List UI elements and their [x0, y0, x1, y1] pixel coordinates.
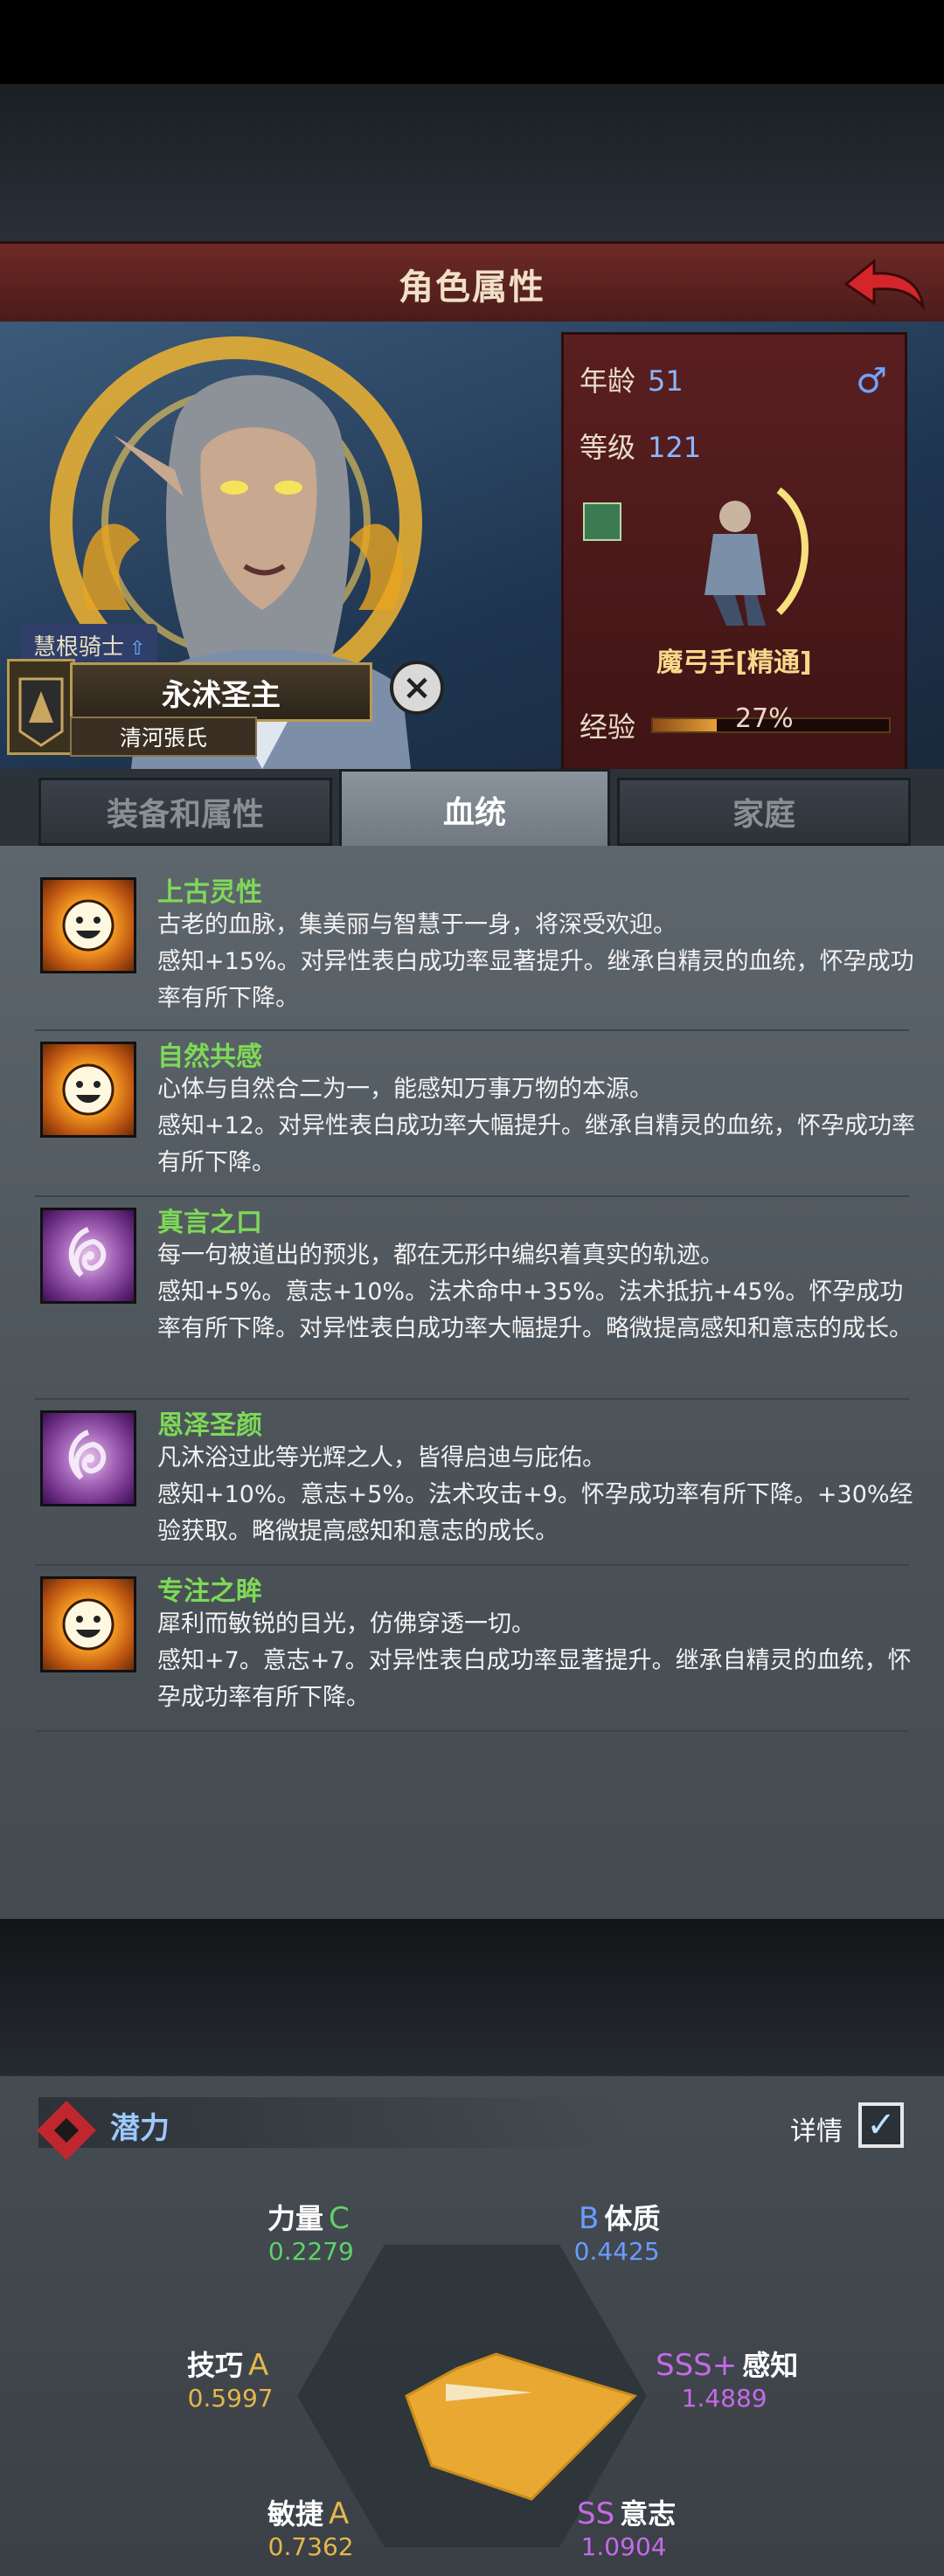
- character-name: 永沭圣主: [70, 662, 372, 722]
- trait-name: 恩泽圣颜: [157, 1410, 262, 1441]
- age-value: 51: [648, 364, 684, 398]
- male-gender-icon: ♂: [856, 361, 887, 401]
- sun-face-icon: [40, 1042, 136, 1138]
- trait-description: 古老的血脉，集美丽与智慧于一身，将深受欢迎。感知+15%。对异性表白成功率显著提…: [157, 907, 927, 1017]
- attr-value: 0.2279: [267, 2237, 354, 2266]
- exp-percent: 27%: [735, 703, 794, 734]
- detail-label: 详情: [790, 2116, 843, 2147]
- sun-face-icon: [40, 877, 136, 973]
- class-name: 魔弓手[精通]: [656, 647, 812, 678]
- attr-name: 敏捷: [267, 2497, 324, 2531]
- attr-skill: 技巧 A 0.5997: [187, 2344, 274, 2413]
- attr-grade: C: [329, 2201, 350, 2236]
- close-icon[interactable]: ×: [390, 661, 444, 715]
- attr-value: 1.4889: [681, 2384, 767, 2413]
- trait-description: 每一句被道出的预兆，都在无形中编织着真实的轨迹。感知+5%。意志+10%。法术命…: [157, 1237, 927, 1347]
- tab-equipment[interactable]: 装备和属性: [38, 778, 332, 846]
- age-row: 年龄 51: [580, 359, 684, 399]
- spacer-band: [0, 1919, 944, 2076]
- divider: [35, 1398, 909, 1400]
- attr-value: 0.5997: [187, 2384, 274, 2413]
- level-label: 等级: [580, 431, 636, 464]
- attr-name: 感知: [742, 2349, 799, 2382]
- detail-checkbox[interactable]: ✓: [858, 2102, 904, 2148]
- class-weapon-icon[interactable]: [583, 502, 621, 541]
- divider: [35, 1730, 909, 1732]
- divider: [35, 1564, 909, 1566]
- attr-grade: SS: [577, 2496, 615, 2531]
- trait-name: 专注之眸: [157, 1576, 262, 1607]
- family-emblem-icon: [7, 659, 75, 755]
- attr-grade: A: [248, 2348, 269, 2383]
- trait-description: 凡沐浴过此等光辉之人，皆得启迪与庇佑。感知+10%。意志+5%。法术攻击+9。怀…: [157, 1440, 927, 1550]
- rank-title: 慧根骑士: [33, 634, 125, 661]
- attr-agility: 敏捷 A 0.7362: [267, 2492, 354, 2561]
- exp-label: 经验: [580, 710, 636, 744]
- level-value: 121: [648, 431, 702, 464]
- attr-name: 技巧: [187, 2349, 244, 2382]
- attr-value: 1.0904: [580, 2532, 667, 2561]
- attr-value: 0.7362: [267, 2532, 354, 2561]
- top-spacer: [0, 84, 944, 241]
- trait-name: 真言之口: [157, 1208, 262, 1238]
- attr-grade: A: [329, 2496, 350, 2531]
- trait-effect: 感知+15%。对异性表白成功率显著提升。继承自精灵的血统，怀孕成功率有所下降。: [157, 948, 914, 1012]
- trait-desc: 犀利而敏锐的目光，仿佛穿透一切。: [157, 1610, 535, 1638]
- level-row: 等级 121: [580, 426, 701, 466]
- divider: [35, 1029, 909, 1031]
- tab-bar: 装备和属性 血统 家庭: [0, 769, 944, 851]
- clan-name: 清河張氏: [70, 717, 257, 757]
- spiral-eye-icon: [40, 1208, 136, 1304]
- trait-name: 上古灵性: [157, 877, 262, 908]
- trait-desc: 每一句被道出的预兆，都在无形中编织着真实的轨迹。: [157, 1242, 724, 1269]
- status-bar: [0, 0, 944, 84]
- trait-description: 犀利而敏锐的目光，仿佛穿透一切。感知+7。意志+7。对异性表白成功率显著提升。继…: [157, 1606, 927, 1716]
- trait-desc: 心体与自然合二为一，能感知万事万物的本源。: [157, 1076, 653, 1103]
- attr-grade: SSS+: [656, 2348, 738, 2383]
- page-title: 角色属性: [399, 267, 545, 308]
- attr-grade: B: [579, 2201, 600, 2236]
- attr-name: 体质: [604, 2202, 661, 2235]
- divider: [35, 1195, 909, 1197]
- tab-family[interactable]: 家庭: [617, 778, 911, 846]
- age-label: 年龄: [580, 364, 636, 398]
- stat-card: 年龄 51 ♂ 等级 121 魔弓手[精通] 经验 27%: [561, 332, 907, 769]
- sun-face-icon: [40, 1576, 136, 1672]
- potential-title: 潜力: [110, 2111, 170, 2146]
- potential-panel: 潜力 详情 ✓ 力量 C 0.2279 B 体质 0.4425 SSS+ 感知 1.4…: [0, 2076, 944, 2576]
- attr-will: SS 意志 1.0904: [572, 2492, 676, 2561]
- trait-effect: 感知+5%。意志+10%。法术命中+35%。法术抵抗+45%。怀孕成功率有所下降…: [157, 1278, 913, 1342]
- attr-perception: SSS+ 感知 1.4889: [650, 2344, 798, 2413]
- attr-strength: 力量 C 0.2279: [267, 2197, 355, 2266]
- exp-fill: [653, 719, 717, 731]
- attr-value: 0.4425: [573, 2237, 660, 2266]
- class-figure-icon: [705, 487, 809, 626]
- rank-up-icon: ⇧: [129, 638, 146, 660]
- trait-effect: 感知+7。意志+7。对异性表白成功率显著提升。继承自精灵的血统，怀孕成功率有所下…: [157, 1647, 912, 1711]
- trait-effect: 感知+10%。意志+5%。法术攻击+9。怀孕成功率有所下降。+30%经验获取。略…: [157, 1481, 913, 1545]
- attr-constitution: B 体质 0.4425: [573, 2197, 661, 2266]
- attr-name: 力量: [267, 2202, 324, 2235]
- trait-desc: 凡沐浴过此等光辉之人，皆得启迪与庇佑。: [157, 1444, 606, 1472]
- character-panel: 慧根骑士 ⇧ 永沭圣主 清河張氏 × 年龄 51 ♂ 等级 121 魔弓手[精通] 经…: [0, 322, 944, 769]
- trait-name: 自然共感: [157, 1042, 262, 1072]
- trait-effect: 感知+12。对异性表白成功率大幅提升。继承自精灵的血统，怀孕成功率有所下降。: [157, 1112, 915, 1176]
- trait-desc: 古老的血脉，集美丽与智慧于一身，将深受欢迎。: [157, 911, 677, 938]
- trait-items: 上古灵性 古老的血脉，集美丽与智慧于一身，将深受欢迎。感知+15%。对异性表白成…: [0, 846, 944, 1919]
- spiral-eye-icon: [40, 1410, 136, 1506]
- tab-bloodline[interactable]: 血统: [339, 769, 610, 851]
- attr-name: 意志: [620, 2497, 677, 2531]
- title-bar: 角色属性: [0, 241, 944, 328]
- trait-description: 心体与自然合二为一，能感知万事万物的本源。感知+12。对异性表白成功率大幅提升。…: [157, 1071, 927, 1181]
- back-arrow-icon[interactable]: [839, 256, 927, 314]
